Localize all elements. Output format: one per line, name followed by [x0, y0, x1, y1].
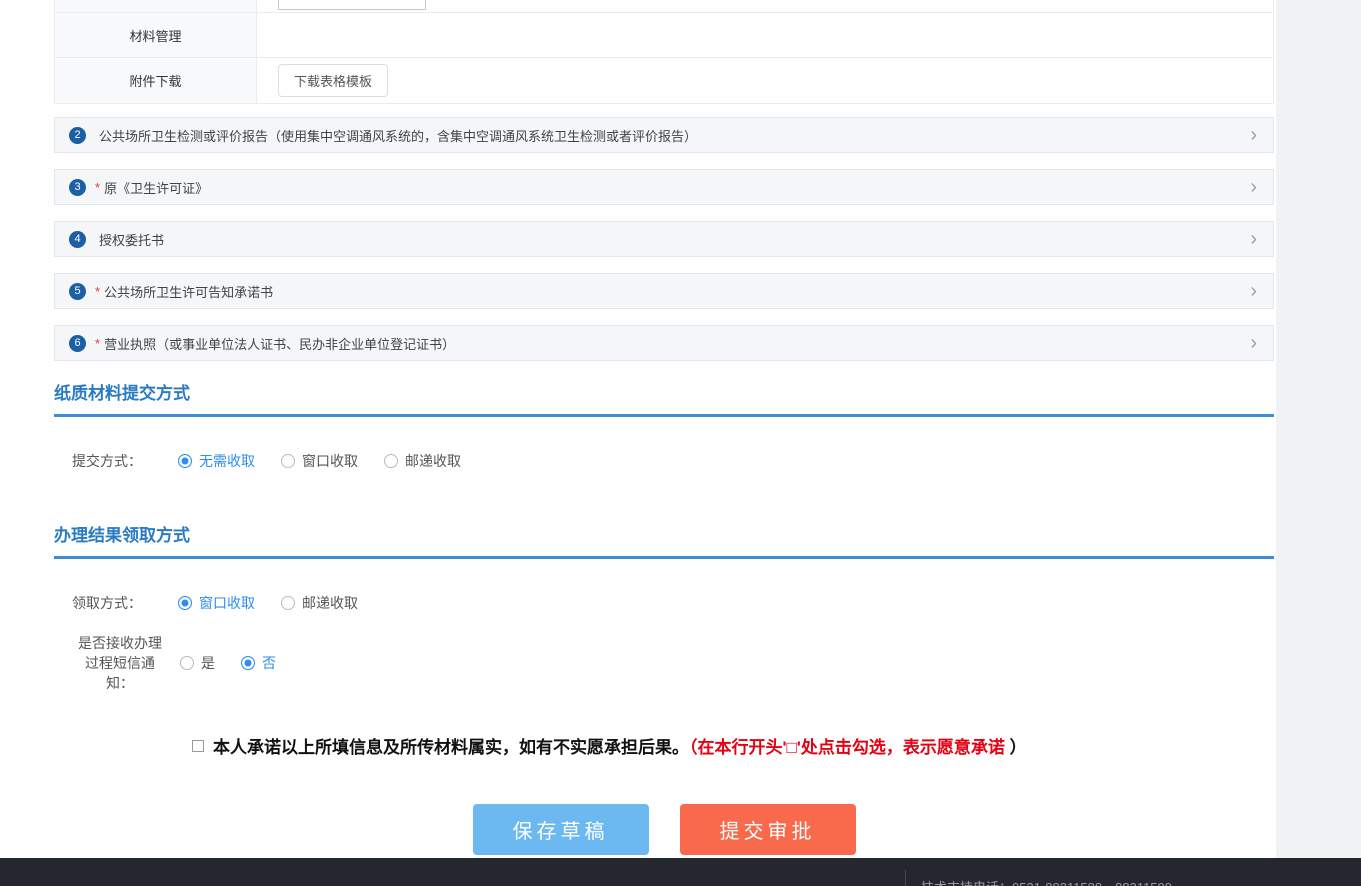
table-row-partial [55, 0, 1273, 12]
radio-mail-collection[interactable]: 邮递收取 [384, 451, 461, 471]
required-asterisk: * [95, 336, 100, 351]
commitment-warning-text: （在本行开头'□'处点击勾选，表示愿意承诺 [689, 738, 1010, 757]
radio-label: 是 [201, 653, 215, 673]
radio-label: 无需收取 [199, 451, 255, 471]
radio-selected-icon [178, 596, 192, 610]
right-gutter [1276, 0, 1361, 858]
download-template-button[interactable]: 下载表格模板 [278, 64, 388, 97]
radio-mail-pickup[interactable]: 邮递收取 [281, 593, 358, 613]
material-accordion-list: 2 公共场所卫生检测或评价报告（使用集中空调通风系统的，含集中空调通风系统卫生检… [54, 117, 1274, 361]
section-title: 公共场所卫生许可告知承诺书 [104, 282, 273, 301]
radio-selected-icon [178, 454, 192, 468]
section-title: 原《卫生许可证》 [104, 178, 208, 197]
submit-approval-button[interactable]: 提交审批 [680, 804, 856, 855]
chevron-right-icon: › [1250, 125, 1257, 145]
radio-sms-no[interactable]: 否 [241, 653, 276, 673]
radio-window-pickup[interactable]: 窗口收取 [178, 593, 255, 613]
required-asterisk: * [95, 284, 100, 299]
radio-label: 否 [262, 653, 276, 673]
section-title: 营业执照（或事业单位法人证书、民办非企业单位登记证书） [104, 334, 455, 353]
table-row-material-management: 材料管理 [55, 12, 1273, 57]
chevron-right-icon: › [1250, 177, 1257, 197]
radio-unselected-icon [384, 454, 398, 468]
action-button-row: 保存草稿 提交审批 [54, 804, 1274, 855]
accordion-section-5[interactable]: 5 * 公共场所卫生许可告知承诺书 › [54, 273, 1274, 309]
field-label: 领取方式： [72, 593, 142, 613]
commitment-text: 本人承诺以上所填信息及所传材料属实，如有不实愿承担后果。（在本行开头'□'处点击… [213, 733, 1027, 758]
radio-selected-icon [241, 656, 255, 670]
row-label: 材料管理 [55, 13, 257, 57]
accordion-section-2[interactable]: 2 公共场所卫生检测或评价报告（使用集中空调通风系统的，含集中空调通风系统卫生检… [54, 117, 1274, 153]
save-draft-button[interactable]: 保存草稿 [473, 804, 649, 855]
section-number-badge: 5 [69, 283, 86, 300]
support-phone-text: 技术支持电话：0531-88311588、88311599 [921, 877, 1172, 886]
radio-unselected-icon [281, 596, 295, 610]
commitment-checkbox[interactable] [192, 740, 204, 752]
section-title: 授权委托书 [99, 230, 164, 249]
radio-window-collection[interactable]: 窗口收取 [281, 451, 358, 471]
section-number-badge: 2 [69, 127, 86, 144]
radio-label: 窗口收取 [199, 593, 255, 613]
accordion-section-6[interactable]: 6 * 营业执照（或事业单位法人证书、民办非企业单位登记证书） › [54, 325, 1274, 361]
radio-label: 邮递收取 [405, 451, 461, 471]
radio-label: 窗口收取 [302, 451, 358, 471]
radio-unselected-icon [281, 454, 295, 468]
material-info-table: 材料管理 附件下载 下载表格模板 [54, 0, 1274, 104]
field-label: 是否接收办理过程短信通知： [78, 633, 162, 693]
commitment-row: 本人承诺以上所填信息及所传材料属实，如有不实愿承担后果。（在本行开头'□'处点击… [54, 733, 1274, 758]
chevron-right-icon: › [1250, 281, 1257, 301]
result-pickup-header: 办理结果领取方式 [54, 521, 1274, 559]
footer-divider [905, 870, 906, 886]
radio-no-collection[interactable]: 无需收取 [178, 451, 255, 471]
radio-unselected-icon [180, 656, 194, 670]
section-header-title: 办理结果领取方式 [54, 526, 190, 545]
section-header-title: 纸质材料提交方式 [54, 384, 190, 403]
row-label: 附件下载 [55, 58, 257, 103]
paper-submission-header: 纸质材料提交方式 [54, 379, 1274, 417]
section-number-badge: 4 [69, 231, 86, 248]
accordion-section-3[interactable]: 3 * 原《卫生许可证》 › [54, 169, 1274, 205]
chevron-right-icon: › [1250, 229, 1257, 249]
field-label: 提交方式： [72, 451, 142, 471]
row-value-cell [257, 13, 1273, 57]
page-footer: 技术支持电话：0531-88311588、88311599 [0, 858, 1361, 886]
chevron-right-icon: › [1250, 333, 1257, 353]
radio-sms-yes[interactable]: 是 [180, 653, 215, 673]
section-title: 公共场所卫生检测或评价报告（使用集中空调通风系统的，含集中空调通风系统卫生检测或… [99, 126, 697, 145]
cutoff-input[interactable] [278, 0, 426, 10]
pickup-method-row: 领取方式： 窗口收取 邮递收取 [54, 593, 1274, 613]
section-number-badge: 3 [69, 179, 86, 196]
row-label-cell [55, 0, 257, 12]
accordion-section-4[interactable]: 4 授权委托书 › [54, 221, 1274, 257]
commitment-close-paren: ） [1010, 738, 1027, 757]
radio-label: 邮递收取 [302, 593, 358, 613]
required-asterisk: * [95, 180, 100, 195]
section-number-badge: 6 [69, 335, 86, 352]
row-value-cell: 下载表格模板 [257, 58, 1273, 103]
submission-method-row: 提交方式： 无需收取 窗口收取 邮递收取 [54, 451, 1274, 471]
form-content: 材料管理 附件下载 下载表格模板 2 公共场所卫生检测或评价报告（使用集中空调通… [54, 0, 1274, 855]
table-row-attachment-download: 附件下载 下载表格模板 [55, 57, 1273, 103]
commitment-main-text: 本人承诺以上所填信息及所传材料属实，如有不实愿承担后果。 [213, 738, 689, 757]
row-value-cell [257, 0, 1273, 12]
sms-notification-row: 是否接收办理过程短信通知： 是 否 [54, 633, 1274, 693]
